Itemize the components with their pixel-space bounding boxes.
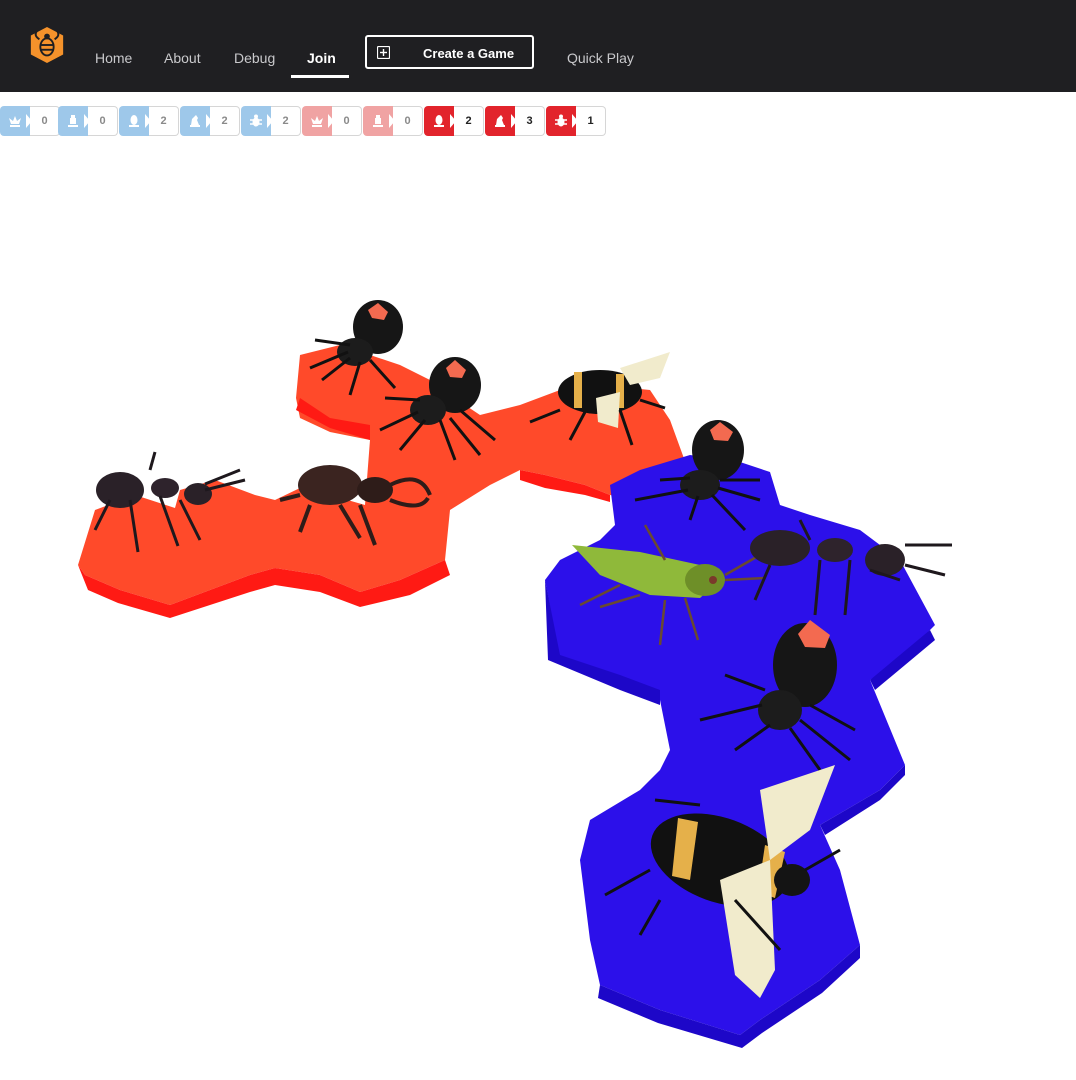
create-game-button[interactable]: Create a Game <box>365 35 534 69</box>
bug-icon <box>250 114 262 127</box>
nav-link-join[interactable]: Join <box>307 50 336 66</box>
nav-link-quick-play[interactable]: Quick Play <box>567 50 634 66</box>
create-game-label: Create a Game <box>423 46 515 61</box>
reserve-count: 0 <box>393 106 423 136</box>
top-navbar: Home About Debug Join Create a Game Quic… <box>0 0 1076 92</box>
reserve-white-ant[interactable]: 2 <box>241 106 302 136</box>
reserve-count: 2 <box>271 106 301 136</box>
nav-link-home[interactable]: Home <box>95 50 132 66</box>
bishop-icon <box>434 115 444 127</box>
reserve-white-spider[interactable]: 2 <box>180 106 241 136</box>
reserve-count: 0 <box>88 106 118 136</box>
reserve-count: 0 <box>30 106 60 136</box>
bishop-icon <box>129 115 139 127</box>
queen-icon <box>9 116 21 127</box>
nav-link-debug[interactable]: Debug <box>234 50 275 66</box>
bee-logo-icon[interactable] <box>28 26 66 64</box>
game-board[interactable] <box>0 140 1076 1080</box>
reserve-count: 2 <box>149 106 179 136</box>
reserve-black-beetle[interactable]: 0 <box>363 106 424 136</box>
reserve-black-queen[interactable]: 0 <box>302 106 363 136</box>
reserve-count: 3 <box>515 106 545 136</box>
plus-square-icon <box>377 46 390 59</box>
reserve-count: 1 <box>576 106 606 136</box>
reserve-count: 2 <box>454 106 484 136</box>
reserve-white-beetle[interactable]: 0 <box>58 106 119 136</box>
nav-link-about[interactable]: About <box>164 50 201 66</box>
knight-icon <box>495 115 505 127</box>
reserve-black-grasshopper[interactable]: 2 <box>424 106 485 136</box>
queen-icon <box>311 116 323 127</box>
knight-icon <box>190 115 200 127</box>
pawn-icon <box>373 115 383 127</box>
reserve-black-spider[interactable]: 3 <box>485 106 546 136</box>
reserve-black-ant[interactable]: 1 <box>546 106 607 136</box>
reserve-count: 2 <box>210 106 240 136</box>
reserve-white-grasshopper[interactable]: 2 <box>119 106 180 136</box>
reserve-count: 0 <box>332 106 362 136</box>
pawn-icon <box>68 115 78 127</box>
active-tab-indicator <box>291 75 349 78</box>
reserve-white-queen[interactable]: 0 <box>0 106 61 136</box>
bug-icon <box>555 114 567 127</box>
